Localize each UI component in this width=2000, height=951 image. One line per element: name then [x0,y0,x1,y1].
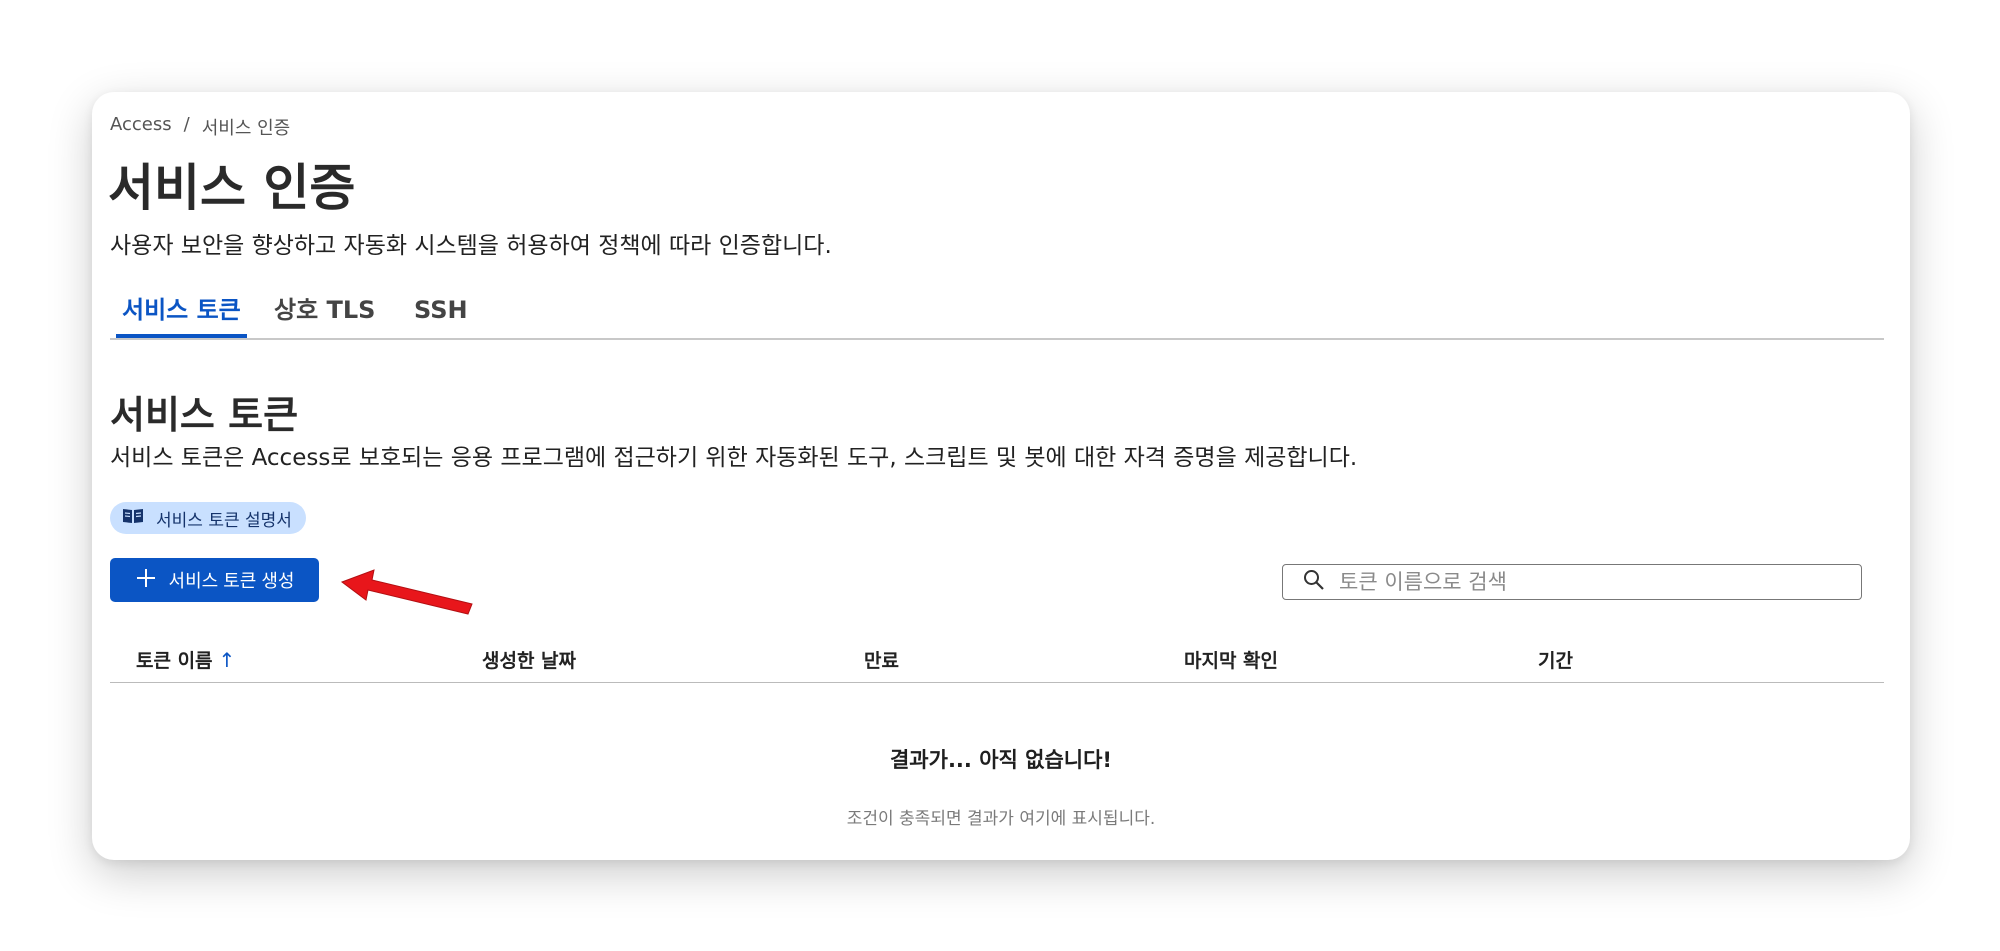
tab-service-tokens[interactable]: 서비스 토큰 [116,292,247,338]
page-description: 사용자 보안을 향상하고 자동화 시스템을 허용하여 정책에 따라 인증합니다. [110,233,832,259]
tab-ssh[interactable]: SSH [414,292,468,334]
column-header-token-name[interactable]: 토큰 이름 ↑ [136,646,235,673]
column-header-label: 기간 [1538,650,1573,672]
service-auth-card: Access / 서비스 인증 서비스 인증 사용자 보안을 향상하고 자동화 … [92,92,1910,860]
plus-icon [135,566,157,594]
sort-ascending-icon: ↑ [218,647,236,672]
column-header-label: 만료 [864,650,899,672]
breadcrumb: Access / 서비스 인증 [110,114,290,140]
breadcrumb-separator: / [183,114,190,135]
token-table-header: 토큰 이름 ↑ 생성한 날짜 만료 마지막 확인 기간 [110,640,1884,683]
column-header-last-seen[interactable]: 마지막 확인 [1184,646,1278,673]
book-icon [122,507,144,530]
empty-state-subtitle: 조건이 충족되면 결과가 여기에 표시됩니다. [846,809,1156,829]
column-header-duration[interactable]: 기간 [1538,646,1573,673]
section-title: 서비스 토큰 [110,393,299,437]
empty-state-title: 결과가... 아직 없습니다! [889,748,1112,772]
column-header-label: 생성한 날짜 [482,650,577,672]
search-icon [1303,569,1325,595]
column-header-expiry[interactable]: 만료 [864,646,899,673]
create-service-token-label: 서비스 토큰 생성 [168,571,295,591]
column-header-label: 마지막 확인 [1184,650,1279,672]
tab-mutual-tls[interactable]: 상호 TLS [274,292,375,334]
service-token-docs-label: 서비스 토큰 설명서 [156,510,292,531]
column-header-created[interactable]: 생성한 날짜 [482,646,576,673]
create-service-token-button[interactable]: 서비스 토큰 생성 [110,558,319,602]
token-search-field[interactable] [1282,564,1862,600]
section-description: 서비스 토큰은 Access로 보호되는 응용 프로그램에 접근하기 위한 자동… [110,445,1358,471]
page-title: 서비스 인증 [108,159,356,217]
service-token-docs-link[interactable]: 서비스 토큰 설명서 [110,502,306,534]
tab-bar: 서비스 토큰 상호 TLS SSH [110,288,1884,340]
breadcrumb-current: 서비스 인증 [201,118,291,139]
token-search-input[interactable] [1337,569,1841,595]
annotation-arrow-icon [338,566,478,622]
column-header-label: 토큰 이름 [136,650,213,672]
breadcrumb-root-link[interactable]: Access [110,114,172,140]
